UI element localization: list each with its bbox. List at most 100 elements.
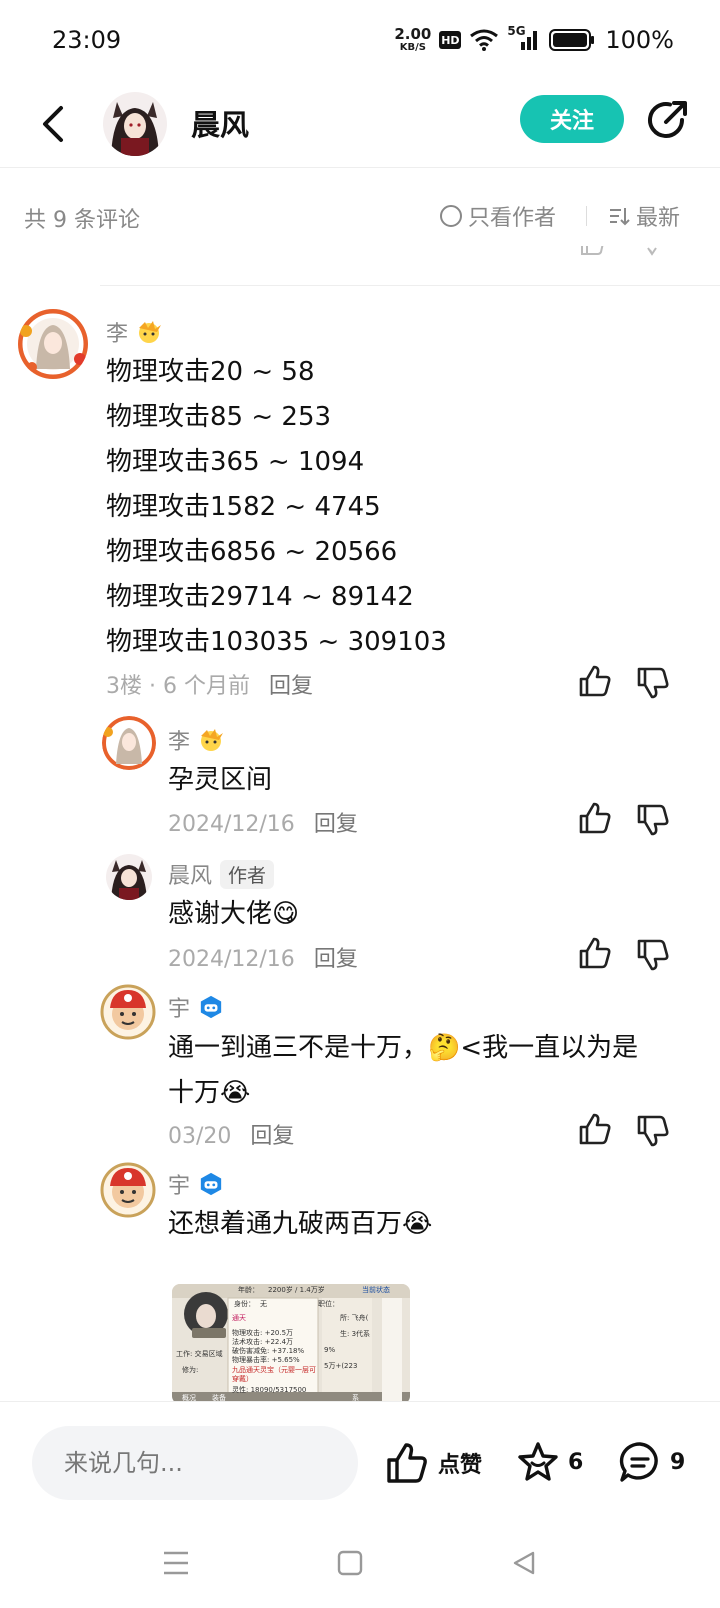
ss-cultivation: 修为: [182,1366,199,1374]
follow-button[interactable]: 关注 [520,95,624,143]
favorite-button[interactable]: 6 [516,1440,583,1484]
ss-tab: 装备 [212,1394,226,1401]
reply-user[interactable]: 李 [168,724,224,756]
reply-meta: 03/20 回复 [168,1118,294,1150]
like-icon[interactable] [578,936,612,970]
hd-icon: HD [439,31,462,49]
ss-tooltip-line: 法术攻击: +22.4万 [232,1338,294,1346]
like-icon[interactable] [578,801,612,835]
dislike-icon[interactable] [636,666,670,700]
like-icon[interactable] [578,1112,612,1146]
author-only-toggle[interactable]: 只看作者 [440,200,556,232]
reply-text-line: 十万😭 [168,1078,251,1108]
ss-gen: 生: 3代系 [340,1330,371,1338]
ss-status: 当前状态 [362,1286,390,1294]
battery-percent: 100% [605,26,674,54]
reply-text: 孕灵区间 [168,765,273,795]
ss-pct: 9% [324,1346,336,1354]
commenter-name-text: 李 [106,322,129,347]
net-speed-unit: KB/S [399,42,426,53]
reply-avatar[interactable] [102,716,156,770]
comment-line: 物理攻击103035 ~ 309103 [106,627,447,657]
clipped-previous-comment [100,246,720,286]
nav-home-button[interactable] [330,1543,370,1583]
reply-avatar[interactable] [100,1162,156,1218]
reply-text: 通一到通三不是十万，🤔<我一直以为是 十万😭 [168,1026,638,1116]
bottom-action-bar: 点赞 6 9 [0,1401,720,1519]
reply-date: 03/20 [168,1124,232,1149]
comment-toolbar: 共 9 条评论 只看作者 最新 [0,168,720,246]
reply-button[interactable]: 回复 [269,674,313,699]
reply-user-name: 宇 [168,1174,191,1199]
reply-user[interactable]: 晨风 作者 [168,858,275,890]
game-badge-icon [200,995,222,1019]
nav-back-button[interactable] [504,1543,544,1583]
ss-tooltip-line: 物理攻击: +20.5万 [232,1329,294,1337]
like-post-button[interactable]: 点赞 [386,1442,482,1484]
author-name[interactable]: 晨风 [191,102,249,144]
reply-button[interactable]: 回复 [250,1124,294,1149]
comment-meta: 3楼 · 6 个月前 回复 [106,668,313,700]
reply-meta: 2024/12/16 回复 [168,806,358,838]
reply-user[interactable]: 宇 [168,991,224,1023]
header: 晨风 关注 [0,82,720,168]
system-nav-bar [0,1519,720,1608]
ss-identity: 身份： [234,1300,255,1308]
ss-age-value: 2200岁 / 1.4万岁 [268,1286,325,1294]
status-time: 23:09 [52,26,122,54]
fan-badge-icon [139,321,162,343]
status-icons: 2.00 KB/S HD 5G 100% [394,22,674,58]
ss-overview: 概况 [182,1394,196,1401]
author-avatar[interactable] [103,92,167,156]
author-only-label: 只看作者 [468,206,557,231]
game-badge-icon [200,1172,222,1196]
dislike-icon[interactable] [636,1114,670,1148]
comment-input[interactable] [32,1426,358,1500]
thumbs-up-icon [387,1443,427,1483]
author-tag: 作者 [220,859,275,889]
comments-button[interactable]: 9 [618,1440,685,1484]
sort-label: 最新 [636,206,681,231]
reply-user-name: 晨风 [168,864,213,889]
comment-input-box[interactable] [32,1426,358,1500]
menu-icon [164,1551,188,1575]
nav-menu-button[interactable] [156,1543,196,1583]
dislike-icon[interactable] [636,938,670,972]
wifi-icon [470,29,499,51]
comment-line: 物理攻击1582 ~ 4745 [106,492,381,522]
reply-date: 2024/12/16 [168,812,295,837]
back-button[interactable] [32,98,72,150]
reply-user[interactable]: 宇 [168,1168,224,1200]
comment-total: 9 [670,1449,686,1475]
reply-button[interactable]: 回复 [314,947,358,972]
divider [586,206,587,226]
sort-button[interactable]: 最新 [608,200,680,232]
dislike-icon[interactable] [636,803,670,837]
comment-list[interactable]: 李 物理攻击20 ~ 58 物理攻击85 ~ 253 物理攻击365 ~ 109… [0,246,720,1401]
commenter-avatar[interactable] [18,309,88,379]
reply-avatar[interactable] [106,854,152,900]
triangle-back-icon [513,1551,535,1575]
attached-image[interactable]: 年龄： 2200岁 / 1.4万岁 当前状态 身份： 无 职位： 通天 物理攻击… [172,1284,410,1401]
ss-tooltip-title: 通天 [232,1314,246,1322]
screenshot-text: 年龄： 2200岁 / 1.4万岁 当前状态 身份： 无 职位： 通天 物理攻击… [172,1284,410,1401]
commenter-name[interactable]: 李 [106,316,162,348]
ss-tooltip-line: 物理暴击率: +5.65% [232,1356,300,1364]
ss-age-label: 年龄： [238,1286,259,1294]
reply-user-name: 宇 [168,997,191,1022]
comment-line: 物理攻击85 ~ 253 [106,402,332,432]
reply-avatar[interactable] [100,984,156,1040]
comment-bubble-icon [619,1442,658,1482]
like-icon[interactable] [578,664,612,698]
signal-icon: 5G [507,24,541,52]
reply-text: 感谢大佬😋 [168,899,300,929]
comment-line: 物理攻击6856 ~ 20566 [106,537,398,567]
share-button[interactable] [644,96,692,144]
ss-work: 工作: 交易区域 [176,1350,223,1358]
ss-wan: 5万+(223 [324,1362,358,1370]
chevron-left-icon [43,106,63,142]
reply-user-name: 李 [168,730,191,755]
ss-fly: 所: 飞舟( [340,1314,369,1322]
reply-button[interactable]: 回复 [314,812,358,837]
dislike-icon [647,247,657,256]
